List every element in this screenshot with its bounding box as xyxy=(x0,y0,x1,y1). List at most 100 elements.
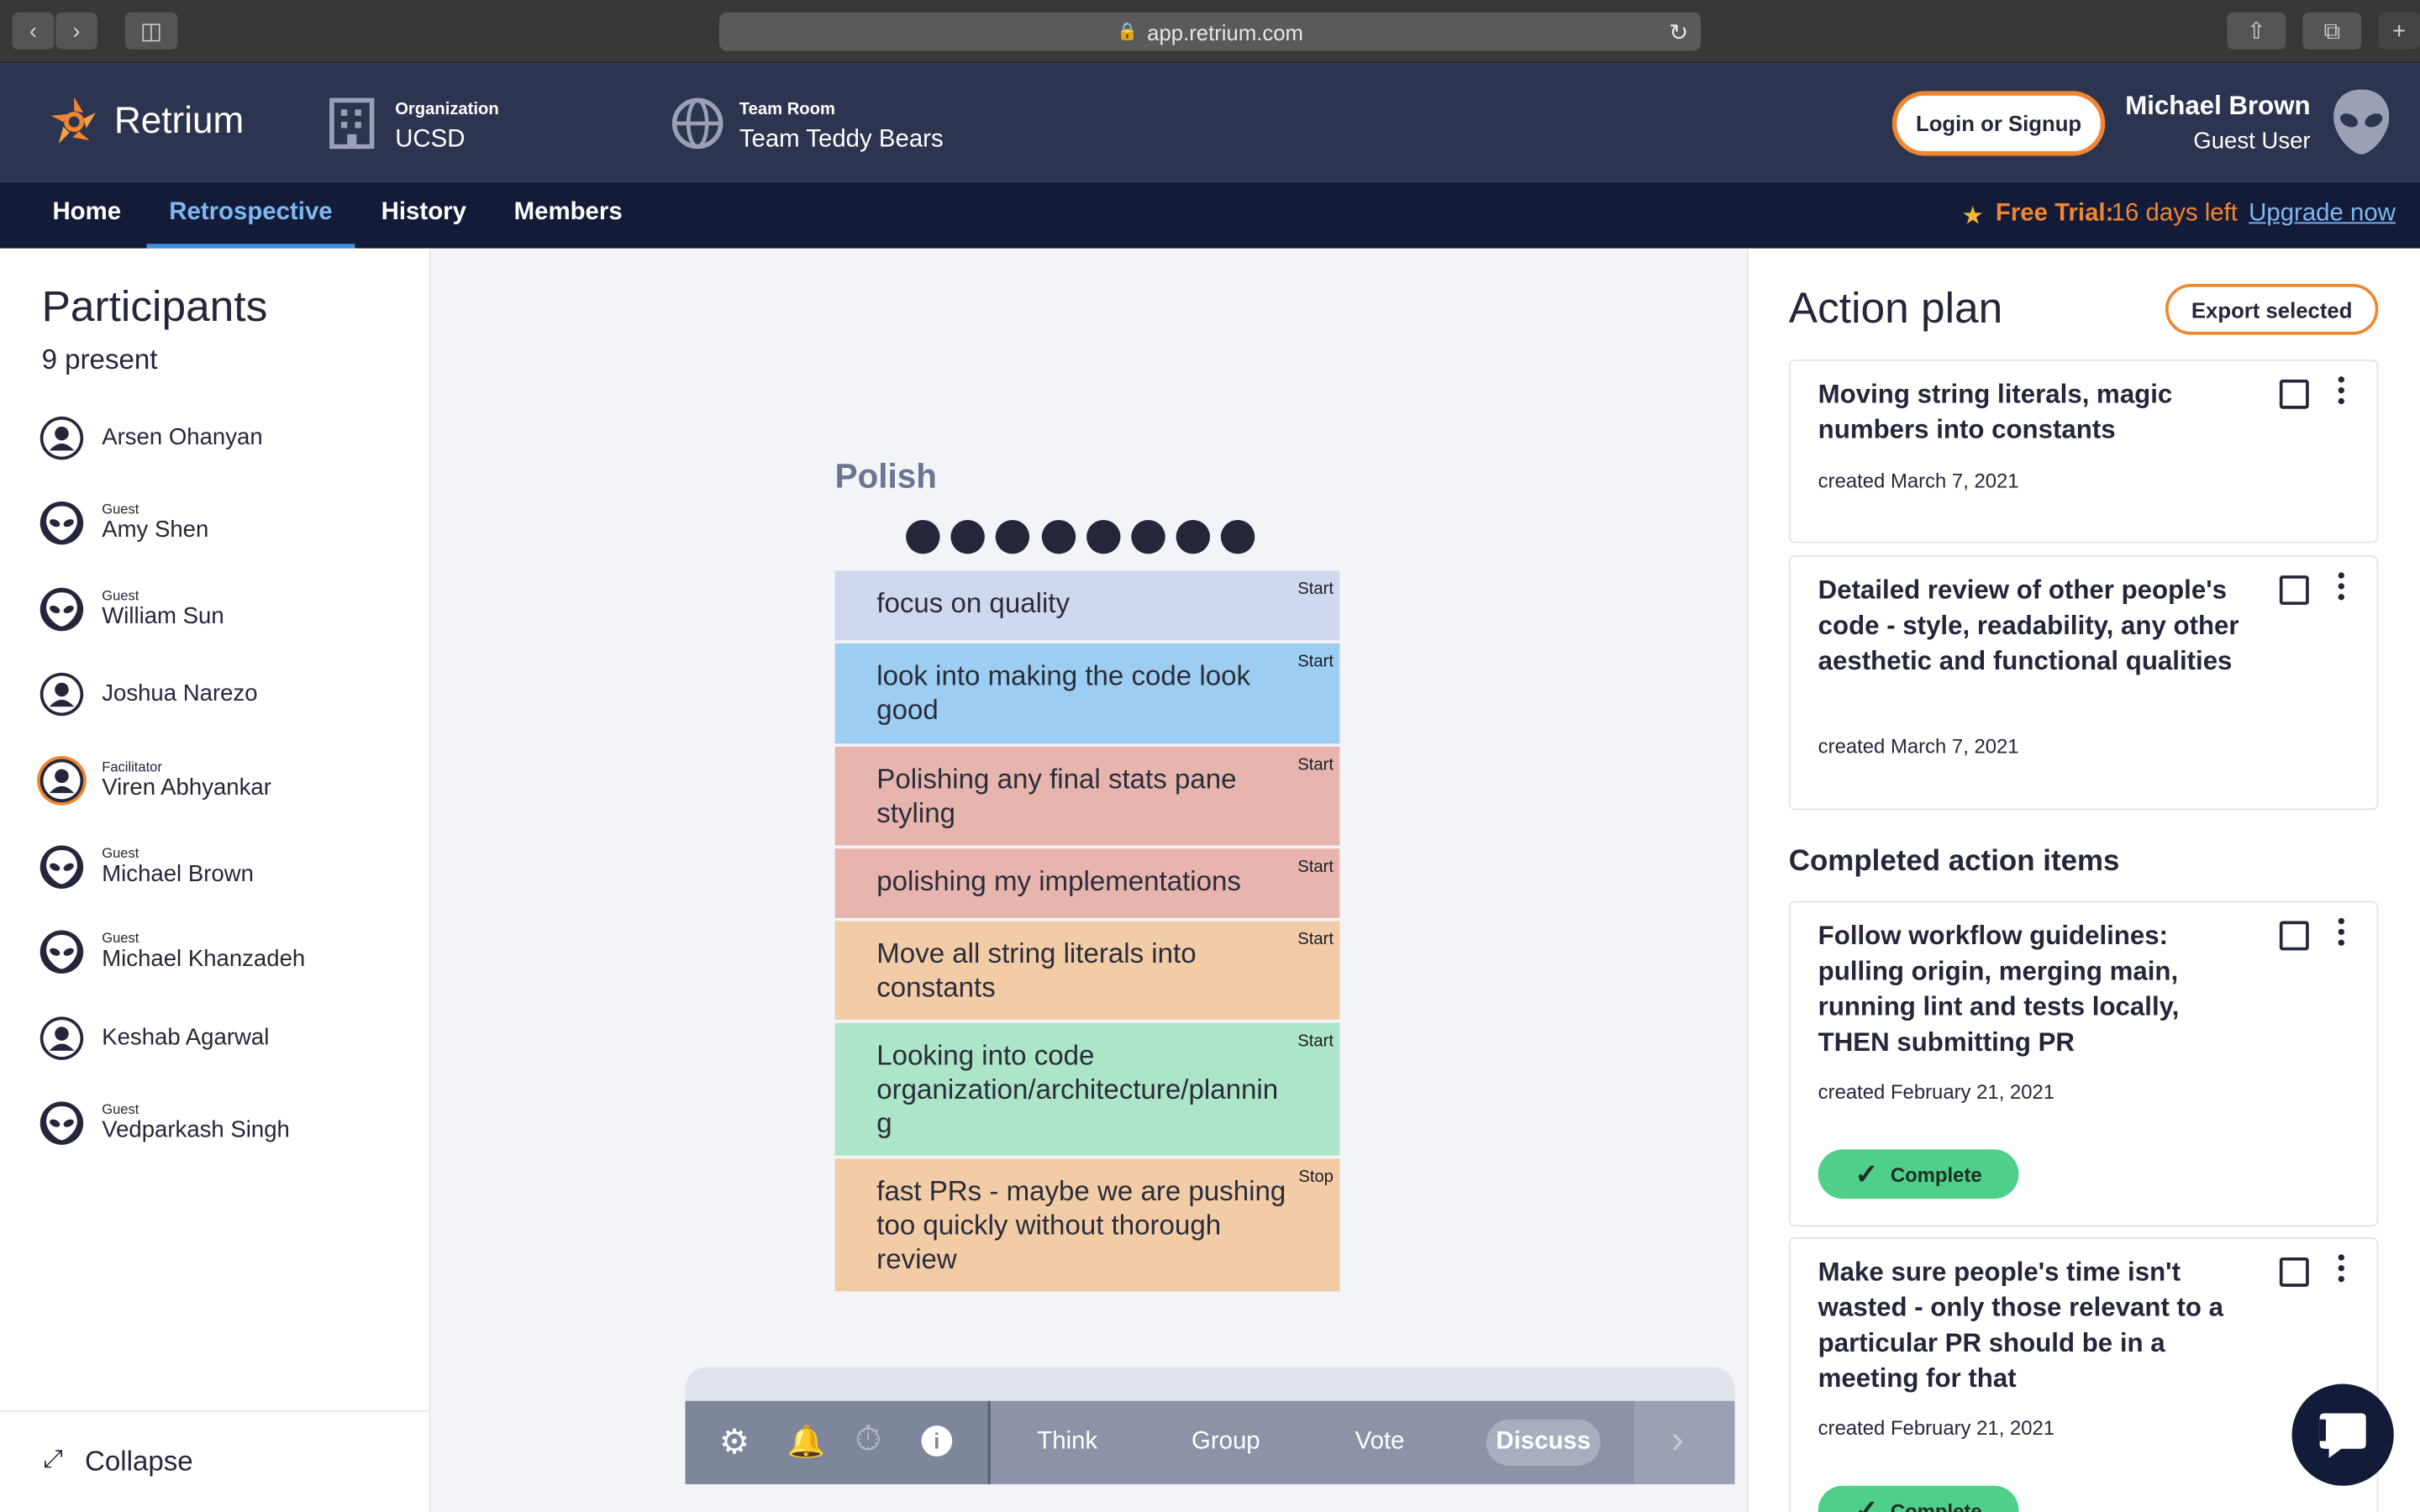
org-label: Organization xyxy=(395,100,499,119)
collapse-button[interactable]: Collapse xyxy=(85,1446,193,1478)
globe-icon xyxy=(671,97,723,150)
card-category-tag: Start xyxy=(1297,580,1334,599)
back-button[interactable]: ‹ xyxy=(12,12,55,50)
login-signup-button[interactable]: Login or Signup xyxy=(1891,91,2106,156)
retro-card[interactable]: look into making the code look good Start xyxy=(834,643,1340,744)
phase-discuss[interactable]: Discuss xyxy=(1486,1419,1601,1466)
retrium-logo-icon xyxy=(46,94,102,150)
vote-dot xyxy=(906,519,940,554)
share-icon[interactable]: ⇧ xyxy=(2227,12,2286,50)
collapse-icon[interactable]: ⤢ xyxy=(43,1447,63,1475)
retro-card[interactable]: Looking into code organization/architect… xyxy=(834,1022,1340,1156)
participant-row: Guest Michael Khanzadeh xyxy=(39,930,305,974)
card-category-tag: Start xyxy=(1297,1032,1334,1051)
sidebar-toggle-icon[interactable]: ◫ xyxy=(124,12,178,50)
completed-title: Completed action items xyxy=(1788,845,2120,879)
participant-name: Viren Abhyankar xyxy=(102,774,271,801)
export-selected-button[interactable]: Export selected xyxy=(2165,283,2379,335)
participant-tag: Facilitator xyxy=(102,759,162,775)
toolbar-tools: ⚙ 🔔 ⏱ i xyxy=(685,1400,988,1484)
card-text: Polishing any final stats pane styling xyxy=(876,764,1237,829)
next-phase-button[interactable]: › xyxy=(1634,1400,1735,1484)
alien-avatar-icon xyxy=(39,845,84,889)
card-text: focus on quality xyxy=(876,587,1071,619)
retro-card[interactable]: fast PRs - maybe we are pushing too quic… xyxy=(834,1158,1340,1292)
bell-icon[interactable]: 🔔 xyxy=(787,1422,826,1461)
user-avatar-icon xyxy=(39,759,84,803)
alien-avatar-icon xyxy=(39,587,84,632)
action-item-text: Detailed review of other people's code -… xyxy=(1818,575,2239,676)
timer-icon[interactable]: ⏱ xyxy=(855,1420,882,1460)
participants-panel: Participants 9 present Arsen Ohanyan Gues… xyxy=(0,248,431,1512)
vote-dot xyxy=(1086,519,1121,554)
retro-card[interactable]: polishing my implementations Start xyxy=(834,848,1340,918)
participant-row: Joshua Narezo xyxy=(39,672,258,717)
select-checkbox[interactable] xyxy=(2279,921,2309,951)
user-avatar-icon xyxy=(39,416,84,460)
phase-group[interactable]: Group xyxy=(1192,1401,1260,1484)
participant-tag: Guest xyxy=(102,845,139,861)
tab-history[interactable]: History xyxy=(381,182,466,249)
select-checkbox[interactable] xyxy=(2279,575,2309,605)
completed-item: Make sure people's time isn't wasted - o… xyxy=(1788,1237,2379,1512)
card-text: Move all string literals into constants xyxy=(876,937,1197,1003)
participant-name: Joshua Narezo xyxy=(102,680,258,707)
vote-dot xyxy=(1131,519,1165,554)
participant-info: Joshua Narezo xyxy=(102,680,257,708)
select-checkbox[interactable] xyxy=(2279,1257,2309,1287)
reload-icon[interactable]: ↻ xyxy=(1669,18,1688,45)
alien-avatar-icon[interactable] xyxy=(2330,87,2391,157)
building-icon xyxy=(329,97,375,150)
info-icon[interactable]: i xyxy=(921,1425,953,1457)
more-options-icon[interactable] xyxy=(2338,376,2348,407)
participant-name: Michael Khanzadeh xyxy=(102,945,306,973)
alien-avatar-icon xyxy=(39,501,84,545)
action-item-text: Moving string literals, magic numbers in… xyxy=(1818,379,2173,444)
retro-card[interactable]: focus on quality Start xyxy=(834,570,1340,641)
retro-card[interactable]: Move all string literals into constants S… xyxy=(834,921,1340,1021)
gear-icon[interactable]: ⚙ xyxy=(719,1422,750,1462)
complete-status-button[interactable]: ✓ Complete xyxy=(1818,1149,2019,1200)
action-item-date: created March 7, 2021 xyxy=(1818,734,2019,758)
tabs-icon[interactable]: ⧉ xyxy=(2302,12,2362,50)
new-tab-icon[interactable]: + xyxy=(2378,12,2420,50)
group-title: Polish xyxy=(834,456,937,496)
chat-button[interactable] xyxy=(2291,1383,2394,1486)
completed-item-date: created February 21, 2021 xyxy=(1818,1079,2055,1104)
address-text: app.retrium.com xyxy=(1147,18,1303,45)
more-options-icon[interactable] xyxy=(2338,572,2348,603)
tab-members[interactable]: Members xyxy=(514,182,623,249)
star-icon: ★ xyxy=(1961,203,1984,230)
address-bar[interactable]: 🔒 app.retrium.com ↻ xyxy=(718,12,1702,51)
tab-home[interactable]: Home xyxy=(52,182,121,249)
upgrade-link[interactable]: Upgrade now xyxy=(2249,201,2396,228)
phase-bar: Think Group Vote Discuss xyxy=(991,1400,1635,1484)
participant-info: Guest Michael Brown xyxy=(102,846,254,889)
select-checkbox[interactable] xyxy=(2279,379,2309,409)
complete-status-button[interactable]: ✓ Complete xyxy=(1818,1485,2019,1512)
retro-card[interactable]: Polishing any final stats pane styling St… xyxy=(834,746,1340,846)
card-text: look into making the code look good xyxy=(876,660,1251,726)
chat-icon xyxy=(2319,1413,2366,1458)
free-trial-label: Free Trial: xyxy=(1995,200,2114,227)
participant-info: Guest Michael Khanzadeh xyxy=(102,931,305,974)
room-name[interactable]: Team Teddy Bears xyxy=(739,127,944,155)
participant-name: Arsen Ohanyan xyxy=(102,424,263,451)
phase-think[interactable]: Think xyxy=(1037,1401,1097,1484)
forward-button[interactable]: › xyxy=(55,12,97,50)
participant-info: Guest Vedparkash Singh xyxy=(102,1101,290,1144)
org-name[interactable]: UCSD xyxy=(395,127,465,155)
tab-retrospective[interactable]: Retrospective xyxy=(146,182,355,249)
complete-label: Complete xyxy=(1890,1499,1982,1512)
brand-name: Retrium xyxy=(113,100,245,142)
room-label: Team Room xyxy=(739,100,835,119)
card-text: polishing my implementations xyxy=(876,865,1241,897)
alien-avatar-icon xyxy=(39,1101,84,1145)
phase-vote[interactable]: Vote xyxy=(1355,1401,1405,1484)
completed-item: Follow workflow guidelines: pulling orig… xyxy=(1788,900,2379,1227)
action-item: Moving string literals, magic numbers in… xyxy=(1788,359,2379,543)
complete-label: Complete xyxy=(1890,1162,1982,1186)
more-options-icon[interactable] xyxy=(2338,1254,2348,1285)
participant-row: Arsen Ohanyan xyxy=(39,416,263,460)
more-options-icon[interactable] xyxy=(2338,917,2348,949)
